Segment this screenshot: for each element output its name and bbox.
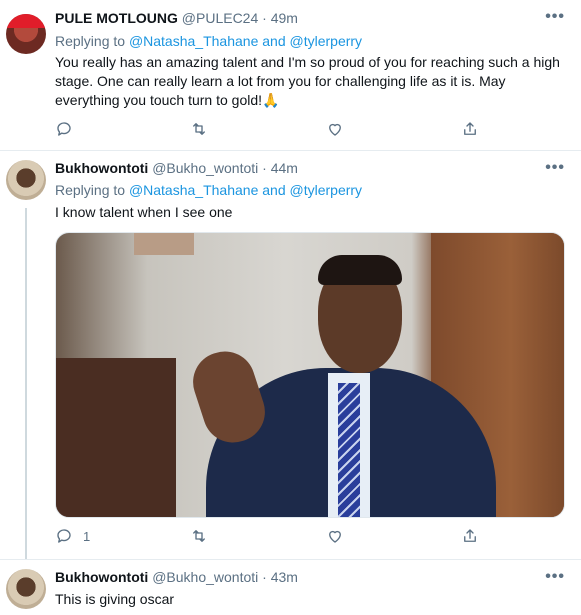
reply-button[interactable]: 1 [55,526,90,546]
mention-link[interactable]: @tylerperry [290,33,363,49]
tweet-text: I know talent when I see one [55,204,233,220]
share-button[interactable] [461,526,479,546]
wall-frame [134,233,194,255]
tweet-1[interactable]: PULE MOTLOUNG @PULEC24 · 49m ••• Replyin… [0,0,581,150]
replying-and: and [262,33,286,49]
share-icon [464,122,476,135]
replying-prefix: Replying to [55,33,126,49]
replying-to: Replying to @Natasha_Thahane and @tylerp… [55,33,362,49]
replying-and: and [262,182,286,198]
tweet-actions [55,119,515,139]
share-button[interactable] [461,119,479,139]
like-button[interactable] [326,526,344,546]
more-icon[interactable]: ••• [545,8,565,26]
retweet-button[interactable] [190,526,208,546]
retweet-icon [193,530,205,542]
reply-icon [57,529,71,543]
avatar[interactable] [6,14,46,54]
separator: · [262,10,267,26]
tweet-media-image[interactable] [55,232,565,518]
timestamp[interactable]: 43m [271,569,298,585]
reply-count: 1 [83,528,91,544]
share-icon [464,529,476,542]
replying-prefix: Replying to [55,182,126,198]
user-handle[interactable]: @Bukho_wontoti [152,569,258,585]
man-hair [318,255,402,285]
user-handle[interactable]: @Bukho_wontoti [152,160,258,176]
tweet-text: You really has an amazing talent and I'm… [55,54,560,108]
mention-link[interactable]: @tylerperry [290,182,363,198]
avatar[interactable] [6,569,46,609]
reply-button[interactable] [55,119,83,139]
like-icon [329,530,341,543]
timestamp[interactable]: 44m [271,160,298,176]
avatar[interactable] [6,160,46,200]
retweet-button[interactable] [190,119,208,139]
mention-link[interactable]: @Natasha_Thahane [129,33,258,49]
tweet-actions: 1 [55,526,515,546]
like-icon [329,123,341,136]
tweet-3[interactable]: Bukhowontoti @Bukho_wontoti · 43m ••• Th… [0,560,581,615]
like-button[interactable] [326,119,344,139]
replying-to: Replying to @Natasha_Thahane and @tylerp… [55,182,362,198]
tweet-text: This is giving oscar [55,591,175,607]
display-name[interactable]: Bukhowontoti [55,160,148,176]
separator: · [262,569,267,585]
more-icon[interactable]: ••• [545,159,565,177]
reply-icon [57,122,71,136]
mention-link[interactable]: @Natasha_Thahane [129,182,258,198]
striped-tie [338,383,360,517]
cabinet [56,358,176,517]
tweet-header: Bukhowontoti @Bukho_wontoti · 44m [55,160,298,176]
separator: · [262,160,267,176]
timestamp[interactable]: 49m [271,10,298,26]
display-name[interactable]: PULE MOTLOUNG [55,10,178,26]
user-handle[interactable]: @PULEC24 [182,10,258,26]
tweet-header: Bukhowontoti @Bukho_wontoti · 43m [55,569,298,585]
retweet-icon [193,123,205,135]
display-name[interactable]: Bukhowontoti [55,569,148,585]
tweet-header: PULE MOTLOUNG @PULEC24 · 49m [55,10,298,26]
more-icon[interactable]: ••• [545,568,565,586]
